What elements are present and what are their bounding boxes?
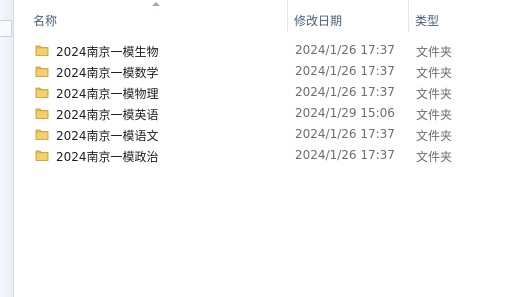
column-header-date[interactable]: 修改日期 [287,0,408,32]
file-date: 2024/1/26 17:37 [295,85,395,99]
column-header-type-label: 类型 [415,14,440,28]
file-name: 2024南京一模物理 [56,87,159,101]
file-date: 2024/1/26 17:37 [295,64,395,78]
column-header-date-label: 修改日期 [294,14,343,28]
folder-icon [35,127,49,141]
file-type: 文件夹 [416,66,453,80]
folder-icon [35,106,49,120]
file-row[interactable]: 2024南京一模生物 2024/1/26 17:37 文件夹 [27,40,513,61]
file-row[interactable]: 2024南京一模语文 2024/1/26 17:37 文件夹 [27,124,513,145]
file-row[interactable]: 2024南京一模物理 2024/1/26 17:37 文件夹 [27,82,513,103]
file-type: 文件夹 [416,108,453,122]
file-list: 2024南京一模生物 2024/1/26 17:37 文件夹 2024南京一模数… [27,40,513,166]
file-row[interactable]: 2024南京一模政治 2024/1/26 17:37 文件夹 [27,145,513,166]
file-type: 文件夹 [416,150,453,164]
file-date: 2024/1/26 17:37 [295,43,395,57]
explorer-window: 名称 修改日期 类型 2024南京一模生物 2024/1/26 17:37 文件… [0,0,513,297]
file-row[interactable]: 2024南京一模数学 2024/1/26 17:37 文件夹 [27,61,513,82]
folder-icon [35,64,49,78]
navigation-scrollbar-thumb[interactable] [0,20,12,37]
column-header: 名称 修改日期 类型 [27,0,513,32]
file-date: 2024/1/26 17:37 [295,127,395,141]
file-row[interactable]: 2024南京一模英语 2024/1/29 15:06 文件夹 [27,103,513,124]
column-header-type[interactable]: 类型 [408,0,513,32]
file-name: 2024南京一模英语 [56,108,159,122]
file-name: 2024南京一模政治 [56,150,159,164]
file-name: 2024南京一模生物 [56,45,159,59]
sort-ascending-icon [152,2,160,6]
folder-icon [35,148,49,162]
file-type: 文件夹 [416,45,453,59]
file-date: 2024/1/29 15:06 [295,106,395,120]
column-header-name-label: 名称 [33,14,58,28]
file-name: 2024南京一模数学 [56,66,159,80]
folder-icon [35,85,49,99]
navigation-pane[interactable] [0,0,14,297]
file-name: 2024南京一模语文 [56,129,159,143]
folder-icon [35,43,49,57]
column-header-name[interactable]: 名称 [27,0,287,32]
file-type: 文件夹 [416,87,453,101]
file-type: 文件夹 [416,129,453,143]
file-date: 2024/1/26 17:37 [295,148,395,162]
